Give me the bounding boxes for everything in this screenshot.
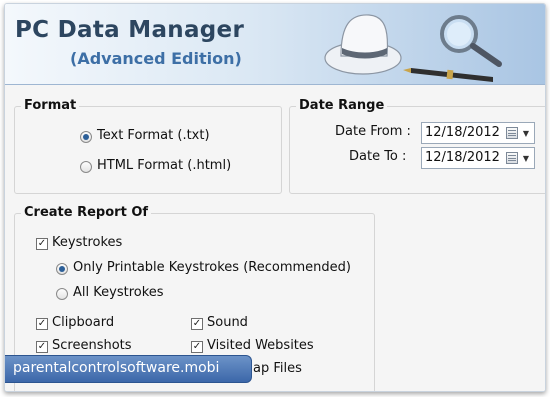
date-from-label: Date From : <box>335 124 411 139</box>
text-format-radio[interactable] <box>80 131 92 143</box>
magnifier-icon <box>440 15 502 67</box>
app-title: PC Data Manager <box>15 17 245 43</box>
keystrokes-label[interactable]: Keystrokes <box>52 235 122 250</box>
chevron-down-icon[interactable]: ▼ <box>523 154 529 163</box>
create-report-legend: Create Report Of <box>21 205 152 220</box>
date-range-legend: Date Range <box>296 98 388 113</box>
chevron-down-icon[interactable]: ▼ <box>523 129 529 138</box>
date-range-group: Date Range Date From : 12/18/2012 ▼ Date… <box>289 98 545 194</box>
printable-keystrokes-label[interactable]: Only Printable Keystrokes (Recommended) <box>73 260 351 275</box>
date-from-picker[interactable]: 12/18/2012 ▼ <box>421 122 535 144</box>
calendar-icon[interactable] <box>506 152 518 164</box>
header-artwork <box>324 14 502 82</box>
date-to-picker[interactable]: 12/18/2012 ▼ <box>421 147 535 169</box>
html-format-label[interactable]: HTML Format (.html) <box>97 158 231 173</box>
app-window: PC Data Manager (Advanced Edition) Forma… <box>4 3 546 392</box>
clipboard-label[interactable]: Clipboard <box>52 315 114 330</box>
all-keystrokes-label[interactable]: All Keystrokes <box>73 285 164 300</box>
watermark-text: parentalcontrolsoftware.mobi <box>13 360 220 376</box>
printable-keystrokes-radio[interactable] <box>56 263 68 275</box>
screenshots-label[interactable]: Screenshots <box>52 338 132 353</box>
format-group: Format Text Format (.txt) HTML Format (.… <box>14 98 282 194</box>
app-subtitle: (Advanced Edition) <box>70 49 242 68</box>
header-banner: PC Data Manager (Advanced Edition) <box>5 4 545 85</box>
calendar-icon[interactable] <box>506 127 518 139</box>
all-keystrokes-radio[interactable] <box>56 288 68 300</box>
keystrokes-checkbox[interactable]: ✓ <box>36 238 48 250</box>
screenshots-checkbox[interactable]: ✓ <box>36 341 48 353</box>
sound-label[interactable]: Sound <box>207 315 248 330</box>
visited-websites-label[interactable]: Visited Websites <box>207 338 314 353</box>
pen-icon <box>403 68 493 82</box>
date-to-value: 12/18/2012 <box>425 150 500 165</box>
hat-icon <box>324 14 402 75</box>
text-format-label[interactable]: Text Format (.txt) <box>97 128 210 143</box>
html-format-radio[interactable] <box>80 161 92 173</box>
watermark-banner: parentalcontrolsoftware.mobi <box>5 355 252 383</box>
format-legend: Format <box>21 98 80 113</box>
clipboard-checkbox[interactable]: ✓ <box>36 318 48 330</box>
sound-checkbox[interactable]: ✓ <box>191 318 203 330</box>
files-label[interactable]: ap Files <box>253 361 302 376</box>
date-from-value: 12/18/2012 <box>425 125 500 140</box>
date-to-label: Date To : <box>349 149 407 164</box>
visited-websites-checkbox[interactable]: ✓ <box>191 341 203 353</box>
main-content: Format Text Format (.txt) HTML Format (.… <box>5 85 545 391</box>
